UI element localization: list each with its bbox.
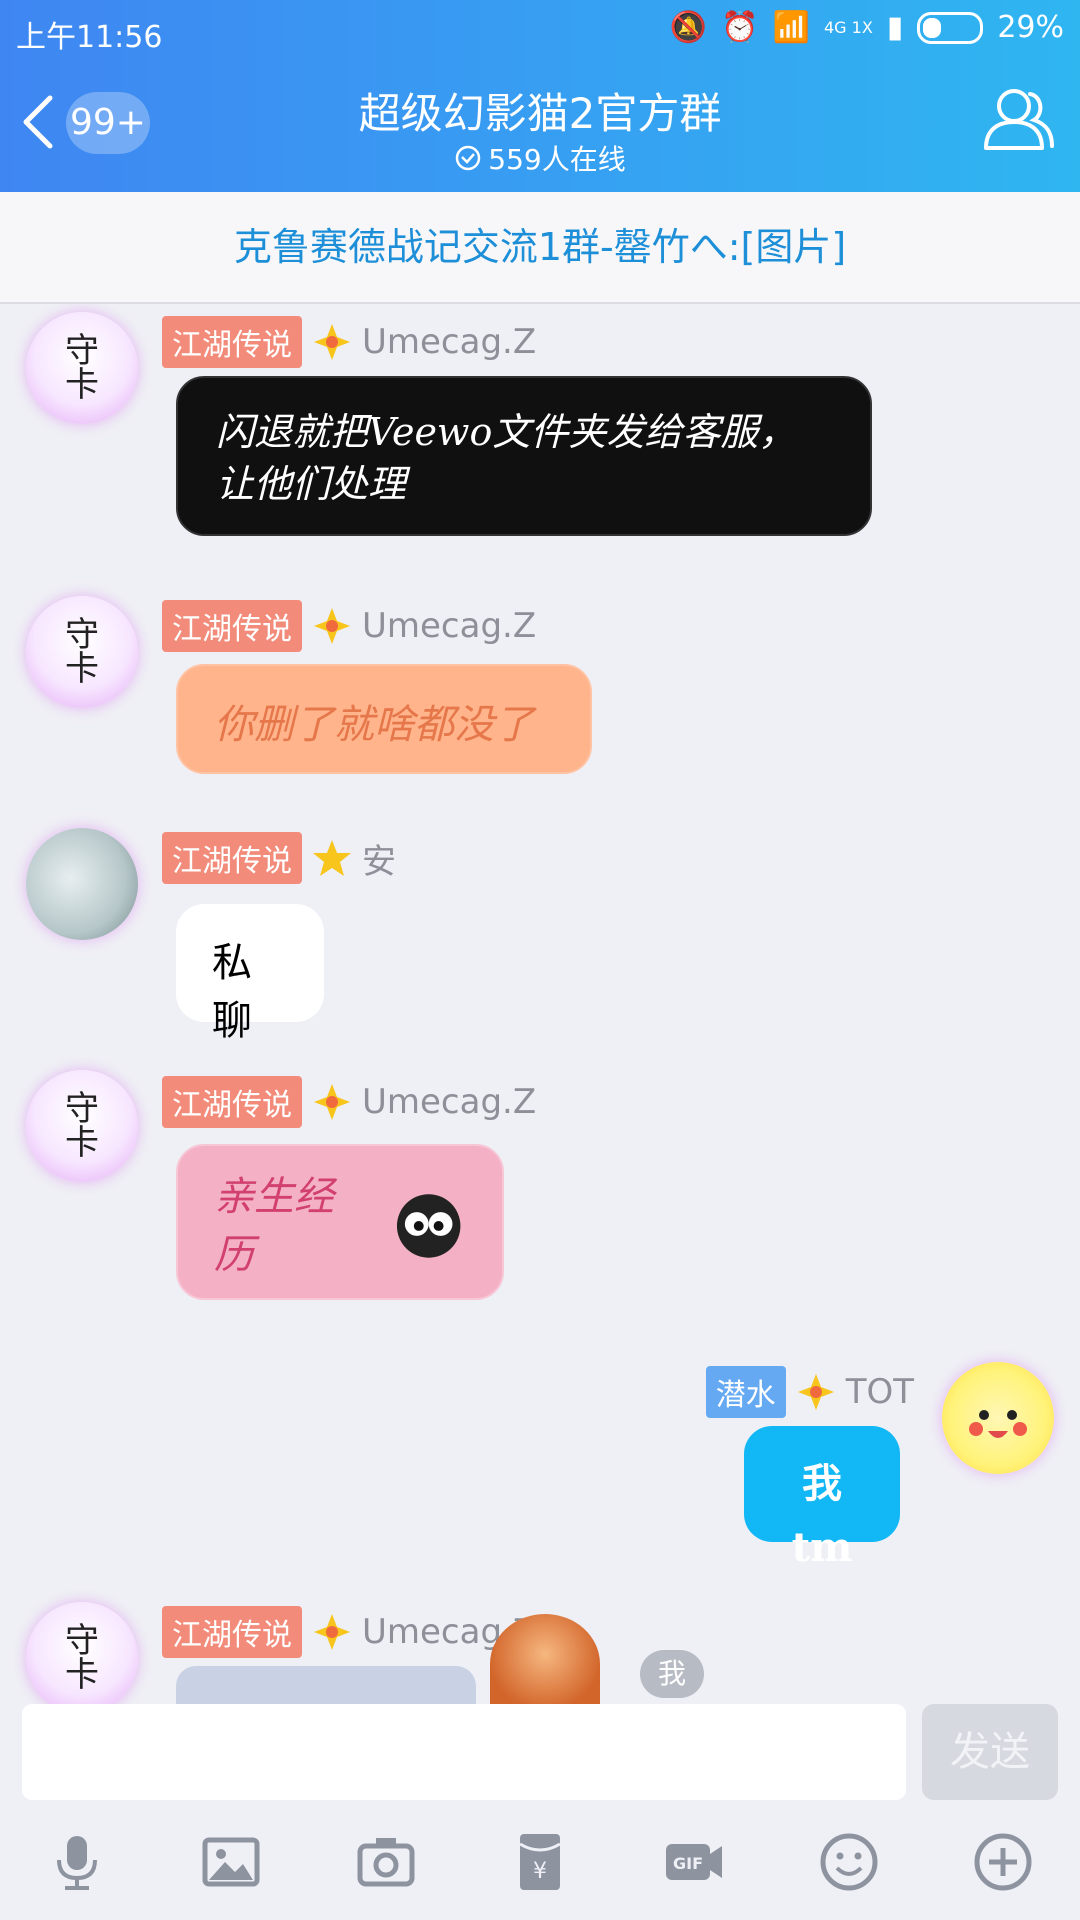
sender-name: Umecag.Z — [362, 1082, 537, 1122]
message-bubble[interactable]: 闪退就把Veewo文件夹发给客服，让他们处理 — [176, 376, 872, 536]
message-bubble[interactable]: 亲生经历 — [176, 1144, 504, 1300]
wifi-icon: 📶 — [772, 10, 810, 45]
status-bar: 上午11:56 🔕 ⏰ 📶 4G 1X ▮ 29% — [0, 0, 1080, 60]
avatar-text: 守 — [65, 1089, 99, 1129]
camera-icon[interactable] — [352, 1828, 420, 1896]
sender-name: 安 — [362, 841, 396, 882]
sender-name: TOT — [845, 1372, 914, 1412]
avatar[interactable] — [26, 828, 138, 940]
group-title: 超级幻影猫2官方群 — [358, 89, 722, 138]
plus-icon[interactable] — [969, 1828, 1037, 1896]
online-text: 559人在线 — [488, 143, 626, 176]
avatar-text: 卡 — [65, 1655, 99, 1695]
chat-header: 上午11:56 🔕 ⏰ 📶 4G 1X ▮ 29% 99+ 超级幻影猫2官方群 … — [0, 0, 1080, 192]
status-icons: 🔕 ⏰ 📶 4G 1X ▮ 29% — [670, 10, 1064, 45]
image-icon[interactable] — [197, 1828, 265, 1896]
avatar[interactable]: 守 卡 — [26, 1602, 138, 1704]
level-tag: 潜水 — [705, 1366, 786, 1418]
svg-text:¥: ¥ — [533, 1859, 547, 1884]
sticker-character — [490, 1614, 600, 1704]
star-icon — [797, 1374, 834, 1410]
chat-message-list[interactable]: 守 卡 江湖传说 Umecag.Z 闪退就把Veewo文件夹发给客服，让他们处理… — [0, 304, 1080, 1704]
message-input[interactable] — [22, 1704, 906, 1800]
emoji-face-icon — [396, 1194, 461, 1258]
mic-icon[interactable] — [43, 1828, 111, 1896]
avatar-text: 卡 — [65, 649, 99, 689]
avatar[interactable]: 守 卡 — [26, 312, 138, 424]
sender-name: Umecag.Z — [362, 606, 537, 646]
group-members-icon[interactable] — [980, 84, 1056, 154]
star-icon — [314, 1084, 350, 1120]
status-time: 上午11:56 — [16, 20, 163, 55]
star-icon — [313, 840, 351, 876]
avatar-text: 卡 — [65, 365, 99, 405]
avatar-text: 守 — [65, 1621, 99, 1661]
signal-icon: ▮ — [886, 10, 904, 45]
message-bubble[interactable]: 我tm — [744, 1426, 900, 1571]
level-tag: 江湖传说 — [162, 1076, 302, 1128]
emoji-icon[interactable] — [815, 1828, 883, 1896]
avatar-text: 卡 — [65, 1123, 99, 1163]
mute-icon: 🔕 — [669, 10, 708, 45]
input-toolbar: ¥ GIF — [0, 1828, 1080, 1896]
message-bubble[interactable]: 你删了就啥都没了 — [176, 664, 592, 774]
network-label: 4G 1X — [823, 18, 873, 37]
red-packet-icon[interactable]: ¥ — [506, 1828, 574, 1896]
level-tag: 江湖传说 — [162, 600, 302, 652]
input-bar: 发送 ¥ GIF — [0, 1704, 1080, 1920]
avatar-text: 守 — [65, 615, 99, 655]
star-icon — [314, 608, 350, 644]
gif-icon[interactable]: GIF — [660, 1828, 728, 1896]
star-icon — [314, 1614, 350, 1650]
level-tag: 江湖传说 — [162, 316, 302, 368]
battery-percent: 29% — [997, 10, 1064, 45]
svg-text:GIF: GIF — [673, 1854, 703, 1873]
message-meta: 江湖传说 Umecag.Z — [162, 1076, 536, 1128]
send-button[interactable]: 发送 — [922, 1704, 1058, 1800]
message-meta: 江湖传说 安 — [162, 832, 396, 884]
message-meta: 江湖传说 Umecag.Z — [162, 316, 536, 368]
avatar[interactable]: 守 卡 — [26, 596, 138, 708]
image-message[interactable] — [176, 1666, 476, 1704]
avatar[interactable] — [942, 1362, 1054, 1474]
message-meta: 江湖传说 Umecag.Z — [162, 1606, 536, 1658]
alarm-icon: ⏰ — [721, 10, 759, 45]
message-meta: 潜水 TOT — [705, 1366, 914, 1418]
level-tag: 江湖传说 — [162, 832, 302, 884]
message-meta: 江湖传说 Umecag.Z — [162, 600, 536, 652]
level-tag: 江湖传说 — [162, 1606, 302, 1658]
sender-name: Umecag.Z — [362, 322, 537, 362]
battery-icon — [917, 11, 984, 44]
sticker-label: 我 — [640, 1650, 704, 1698]
avatar[interactable]: 守 卡 — [26, 1070, 138, 1182]
avatar-text: 守 — [65, 331, 99, 371]
group-notice-bar[interactable]: 克鲁赛德战记交流1群-罄竹へ:[图片] — [0, 192, 1080, 304]
pikachu-icon — [969, 1410, 1027, 1438]
online-check-icon — [456, 145, 481, 171]
message-bubble[interactable]: 私聊 — [176, 904, 324, 1044]
message-text: 亲生经历 — [214, 1174, 334, 1278]
star-icon — [314, 324, 350, 360]
online-count: 559人在线 — [0, 138, 1080, 178]
